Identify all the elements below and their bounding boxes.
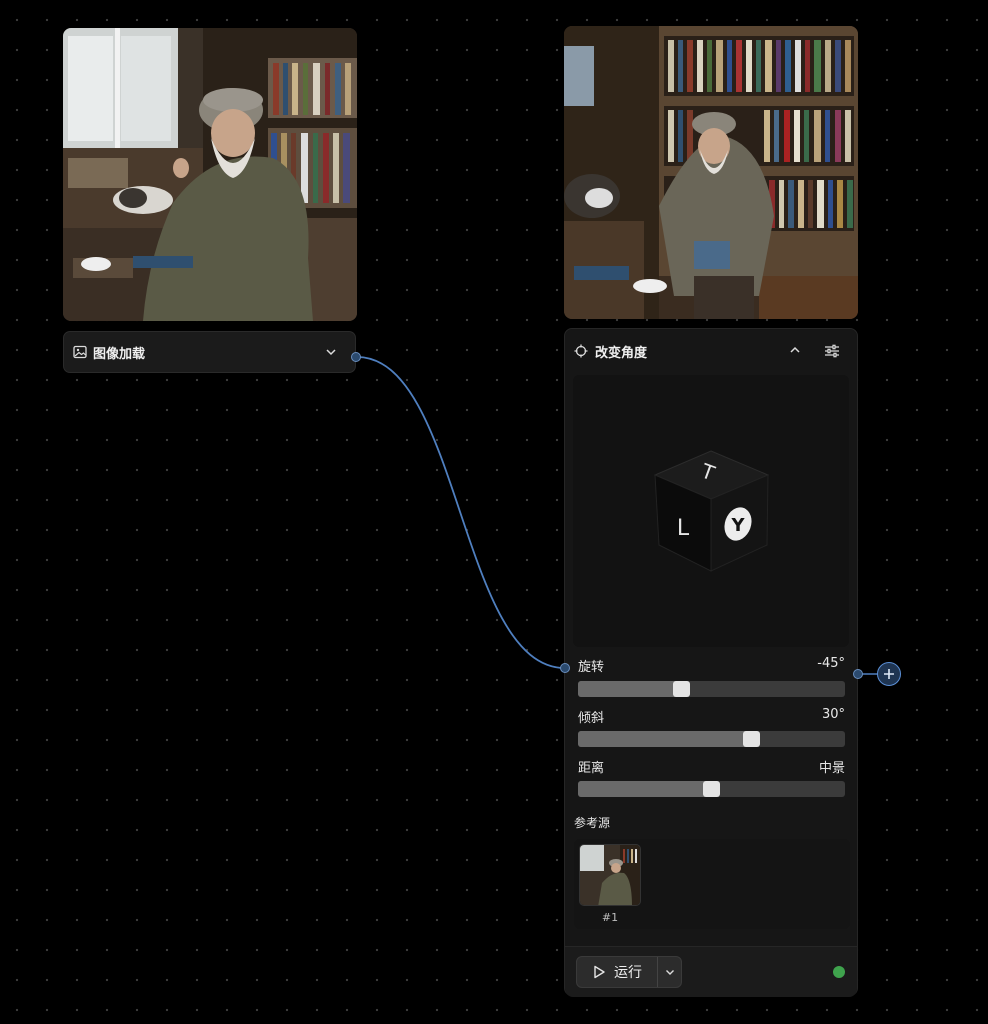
reference-thumbnail[interactable] <box>579 844 641 906</box>
chevron-down-icon[interactable] <box>324 345 338 359</box>
tilt-slider[interactable] <box>578 731 845 747</box>
run-button-group: 运行 <box>576 956 682 988</box>
rotate-value: -45° <box>817 656 845 671</box>
rotate-slider-fill <box>578 681 682 697</box>
rotate-slider[interactable] <box>578 681 845 697</box>
panel-header: 改变角度 <box>565 329 857 373</box>
panel-footer: 运行 <box>565 946 857 997</box>
image-icon <box>73 345 87 359</box>
play-icon <box>592 965 606 979</box>
sliders-icon[interactable] <box>824 343 840 359</box>
distance-value: 中景 <box>818 761 845 776</box>
orientation-cube[interactable]: T L Y <box>573 375 849 647</box>
tilt-value: 30° <box>821 707 845 722</box>
rotate-label: 旋转 <box>578 660 605 675</box>
source-image-graphic <box>63 28 357 321</box>
reference-label: 参考源 <box>574 816 611 830</box>
run-button[interactable]: 运行 <box>577 957 657 987</box>
distance-slider-fill <box>578 781 712 797</box>
add-node-button[interactable] <box>877 662 901 686</box>
reference-thumbnail-graphic <box>580 845 640 905</box>
reference-caption: #1 <box>601 911 619 924</box>
output-port[interactable] <box>351 352 361 362</box>
preview-image-graphic <box>564 26 858 319</box>
input-port[interactable] <box>560 663 570 673</box>
run-options-button[interactable] <box>658 957 682 987</box>
status-indicator <box>833 966 845 978</box>
tilt-label: 倾斜 <box>578 711 605 726</box>
rotate-slider-thumb[interactable] <box>673 681 690 697</box>
tilt-slider-fill <box>578 731 752 747</box>
panel-title: 改变角度 <box>595 346 648 361</box>
cube-face-left: L <box>677 516 690 541</box>
chevron-down-icon <box>664 966 676 978</box>
distance-slider[interactable] <box>578 781 845 797</box>
preview-image[interactable] <box>564 26 858 319</box>
source-image[interactable] <box>63 28 357 321</box>
cube-face-right: Y <box>730 515 745 536</box>
distance-slider-thumb[interactable] <box>703 781 720 797</box>
distance-label: 距离 <box>578 761 605 776</box>
crosshair-icon <box>574 344 588 358</box>
run-label: 运行 <box>614 965 642 981</box>
change-angle-panel: 改变角度 T L Y 旋转 -45° 倾斜 30° 距离 中景 参考源 #1 运… <box>564 328 858 997</box>
reference-list: #1 <box>574 839 850 929</box>
plus-icon <box>883 668 895 680</box>
chevron-up-icon[interactable] <box>788 343 802 357</box>
tilt-slider-thumb[interactable] <box>743 731 760 747</box>
angle-viewport[interactable]: T L Y <box>573 375 849 647</box>
image-load-title: 图像加载 <box>93 346 146 362</box>
angle-output-port[interactable] <box>853 669 863 679</box>
image-load-node[interactable]: 图像加载 <box>63 331 356 373</box>
